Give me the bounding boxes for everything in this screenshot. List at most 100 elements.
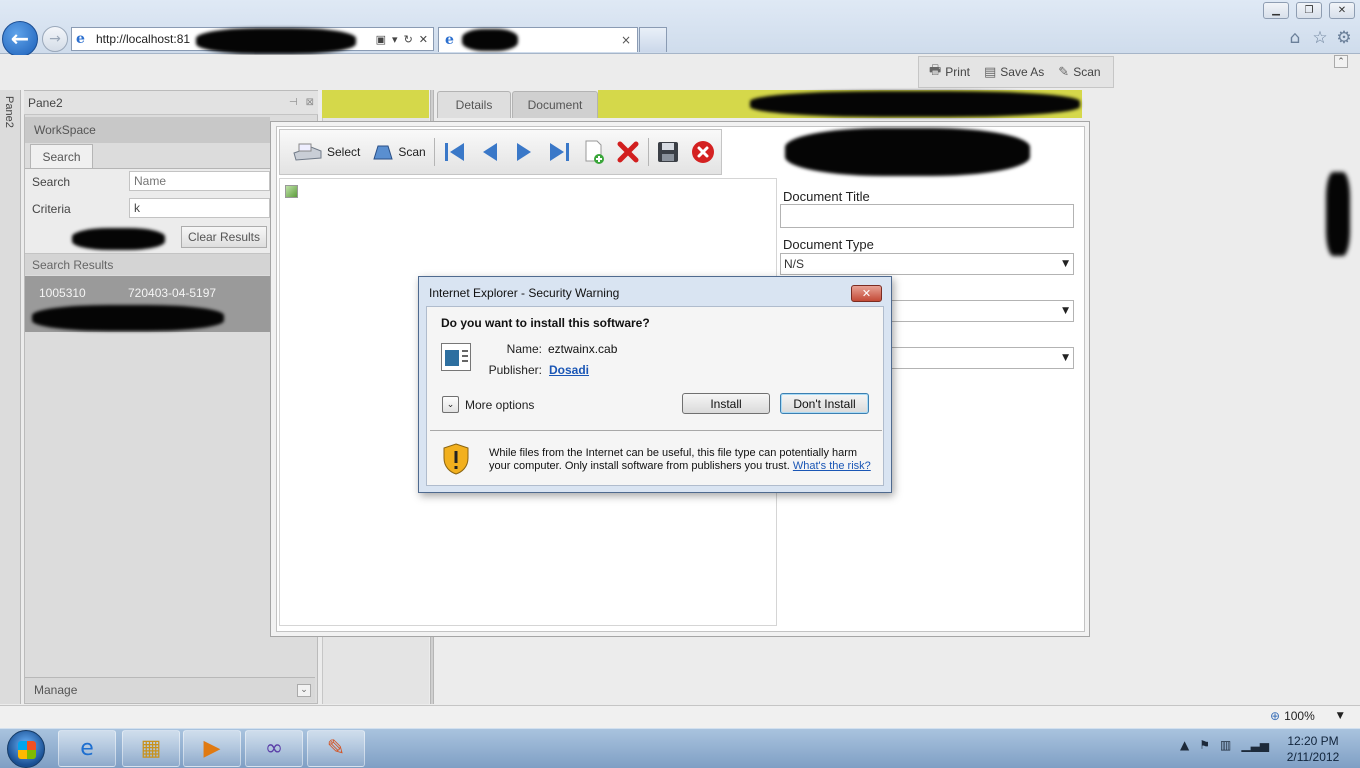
taskbar-ie-icon[interactable]: e xyxy=(58,730,116,767)
tab-close-icon[interactable]: × xyxy=(621,33,637,47)
show-hidden-icons[interactable]: ▲ xyxy=(1180,738,1189,752)
taskbar-paint-icon[interactable]: ✎ xyxy=(307,730,365,767)
clock-date: 2/11/2012 xyxy=(1286,750,1340,764)
print-label: Print xyxy=(945,65,970,79)
next-page-button[interactable] xyxy=(507,137,541,167)
publisher-link[interactable]: Dosadi xyxy=(549,363,589,377)
chevron-down-icon[interactable]: ⌄ xyxy=(297,683,311,697)
criteria-label: Criteria xyxy=(32,202,71,216)
file-name: eztwainx.cab xyxy=(548,342,618,356)
taskbar-explorer-icon[interactable]: ▦ xyxy=(122,730,180,767)
tab-document[interactable]: Document xyxy=(512,91,598,118)
redacted-header-text xyxy=(750,91,1080,117)
redacted-document-heading xyxy=(785,128,1030,176)
side-strip-label: Pane2 xyxy=(3,96,15,128)
scan-icon xyxy=(373,145,394,160)
scanner-icon xyxy=(293,143,322,161)
more-options-label: More options xyxy=(465,397,535,412)
search-results-header: Search Results xyxy=(25,253,270,275)
redacted-tab-title xyxy=(462,29,518,51)
ie-tab-icon: e xyxy=(445,32,454,48)
dropdown-icon[interactable]: ▾ xyxy=(392,33,398,46)
dialog-title: Internet Explorer - Security Warning xyxy=(429,286,620,300)
start-button[interactable] xyxy=(7,730,45,768)
whats-the-risk-link[interactable]: What's the risk? xyxy=(793,460,871,472)
save-icon: ▤ xyxy=(983,64,997,80)
stop-icon[interactable]: ✕ xyxy=(419,33,428,46)
taskbar-media-player-icon[interactable]: ▶ xyxy=(183,730,241,767)
result-ic-number: 720403-04-5197 xyxy=(128,286,217,300)
gear-icon[interactable]: ⚙ xyxy=(1334,28,1354,48)
expand-chevron-icon: ⌄ xyxy=(442,396,459,413)
restore-button[interactable]: ❐ xyxy=(1296,2,1322,19)
add-page-button[interactable] xyxy=(577,137,611,167)
forward-button[interactable]: → xyxy=(42,26,68,52)
zoom-control[interactable]: ⊕ 100% ▼ xyxy=(1270,709,1344,723)
favorites-icon[interactable]: ☆ xyxy=(1310,28,1330,48)
tab-search[interactable]: Search xyxy=(30,144,93,169)
previous-icon xyxy=(482,143,497,161)
dialog-close-button[interactable]: ✕ xyxy=(851,285,882,302)
minimize-button[interactable]: ▁ xyxy=(1263,2,1289,19)
pin-icon[interactable]: ⊣ xyxy=(289,97,298,108)
compat-view-icon[interactable]: ▣ xyxy=(376,33,386,46)
save-document-button[interactable] xyxy=(651,137,685,167)
select-source-button[interactable]: Select xyxy=(286,137,365,167)
chevron-down-icon[interactable]: ▼ xyxy=(1337,711,1344,721)
workspace-header[interactable]: WorkSpace xyxy=(25,117,270,143)
document-title-input[interactable] xyxy=(780,204,1074,228)
action-center-flag-icon[interactable]: ⚑ xyxy=(1199,738,1210,752)
address-url[interactable]: http://localhost:81 xyxy=(96,32,190,46)
system-tray: ▲ ⚑ ▥ ▁▃▅ xyxy=(1180,738,1269,752)
save-as-button[interactable]: ▤ Save As xyxy=(984,65,1044,80)
document-type-select[interactable]: N/S ▼ xyxy=(780,253,1074,275)
manage-label: Manage xyxy=(34,683,78,697)
scan-toolbar: Select Scan xyxy=(279,129,722,175)
first-page-icon xyxy=(444,143,464,161)
result-id: 1005310 xyxy=(39,286,86,300)
home-icon[interactable]: ⌂ xyxy=(1285,28,1305,48)
search-input[interactable] xyxy=(129,171,270,191)
name-label: Name: xyxy=(506,342,542,356)
network-icon[interactable]: ▥ xyxy=(1220,738,1231,752)
back-button[interactable]: ← xyxy=(2,21,38,57)
criteria-input[interactable] xyxy=(129,198,270,218)
add-page-icon xyxy=(585,140,604,164)
close-window-button[interactable]: ✕ xyxy=(1329,2,1355,19)
tab-details[interactable]: Details xyxy=(437,91,511,118)
pane2-header: Pane2 ⊣ ⊠ xyxy=(24,91,318,115)
redacted-text xyxy=(72,228,165,250)
next-icon xyxy=(516,143,531,161)
redacted-result-name xyxy=(32,305,224,331)
scan-button[interactable]: Scan xyxy=(365,137,430,167)
install-button[interactable]: Install xyxy=(682,393,770,414)
previous-page-button[interactable] xyxy=(473,137,507,167)
document-title-label: Document Title xyxy=(783,189,870,204)
select-label: Select xyxy=(327,145,361,159)
print-button[interactable]: 🖶 Print xyxy=(929,61,970,83)
publisher-label: Publisher: xyxy=(488,363,542,377)
new-tab-button[interactable] xyxy=(639,27,667,52)
scan-page-button[interactable]: ✎ Scan xyxy=(1058,65,1100,80)
collapse-toolbar-button[interactable]: ⌃ xyxy=(1334,55,1348,68)
chevron-down-icon: ▼ xyxy=(1062,306,1069,316)
first-page-button[interactable] xyxy=(437,137,473,167)
document-type-value: N/S xyxy=(784,257,805,271)
taskbar-clock[interactable]: 12:20 PM 2/11/2012 xyxy=(1278,733,1348,765)
pane2-side-strip[interactable]: Pane2 xyxy=(0,90,21,704)
pane-close-icon[interactable]: ⊠ xyxy=(306,97,314,108)
refresh-icon[interactable]: ↻ xyxy=(404,33,413,46)
manage-bar[interactable]: Manage ⌄ xyxy=(25,677,315,702)
delete-page-button[interactable] xyxy=(611,137,645,167)
dont-install-button[interactable]: Don't Install xyxy=(780,393,869,414)
taskbar-visual-studio-icon[interactable]: ∞ xyxy=(245,730,303,767)
more-options-toggle[interactable]: ⌄ More options xyxy=(442,396,534,413)
close-document-button[interactable] xyxy=(685,137,721,167)
printer-icon: 🖶 xyxy=(929,63,942,78)
signal-icon[interactable]: ▁▃▅ xyxy=(1241,738,1269,752)
floppy-save-icon xyxy=(658,142,678,162)
clear-results-button[interactable]: Clear Results xyxy=(181,226,267,248)
last-page-button[interactable] xyxy=(541,137,577,167)
zoom-icon: ⊕ xyxy=(1270,709,1281,723)
dialog-question: Do you want to install this software? xyxy=(441,316,650,330)
